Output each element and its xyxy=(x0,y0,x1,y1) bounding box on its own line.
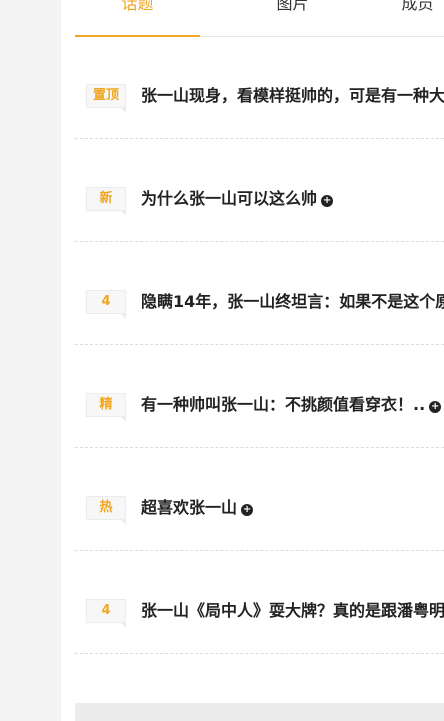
topic-title: 为什么张一山可以这么帅 xyxy=(141,189,318,208)
tab-images[interactable]: 图片 xyxy=(230,0,355,15)
topic-row[interactable]: 热 超喜欢张一山 + xyxy=(75,448,444,551)
plus-circle-icon: + xyxy=(241,504,254,516)
topic-title: 超喜欢张一山 xyxy=(141,498,238,517)
tab-members[interactable]: 成员 xyxy=(355,0,444,15)
topic-badge: 4 xyxy=(86,290,126,319)
topic-row[interactable]: 4 张一山《局中人》耍大牌？真的是跟潘粤明 xyxy=(75,551,444,654)
topic-title-link[interactable]: 有一种帅叫张一山：不挑颜值看穿衣！.. + xyxy=(141,393,444,417)
topic-title: 有一种帅叫张一山：不挑颜值看穿衣！.. xyxy=(141,395,426,414)
topic-badge: 精 xyxy=(86,393,126,422)
topic-list: 置顶 张一山现身，看模样挺帅的，可是有一种大 新 为什么张一山可以这么帅 + 4 … xyxy=(75,36,444,654)
plus-circle-icon: + xyxy=(321,195,334,207)
topic-title: 隐瞒14年，张一山终坦言：如果不是这个原 xyxy=(141,292,444,311)
topic-title-link[interactable]: 张一山现身，看模样挺帅的，可是有一种大 xyxy=(141,84,444,108)
topic-title-link[interactable]: 隐瞒14年，张一山终坦言：如果不是这个原 xyxy=(141,290,444,314)
topic-row[interactable]: 4 隐瞒14年，张一山终坦言：如果不是这个原 xyxy=(75,242,444,345)
topic-title-link[interactable]: 张一山《局中人》耍大牌？真的是跟潘粤明 xyxy=(141,599,444,623)
topic-title-link[interactable]: 为什么张一山可以这么帅 + xyxy=(141,187,444,211)
footer-bar xyxy=(75,703,444,721)
topic-badge: 4 xyxy=(86,599,126,628)
tab-bar: 话题 图片 成员 xyxy=(75,0,444,37)
topic-row[interactable]: 置顶 张一山现身，看模样挺帅的，可是有一种大 xyxy=(75,36,444,139)
plus-circle-icon: + xyxy=(429,401,442,413)
topic-title: 张一山现身，看模样挺帅的，可是有一种大 xyxy=(141,86,444,105)
topic-badge: 新 xyxy=(86,187,126,216)
topic-badge: 热 xyxy=(86,496,126,525)
tab-topics[interactable]: 话题 xyxy=(75,0,200,15)
topic-row[interactable]: 新 为什么张一山可以这么帅 + xyxy=(75,139,444,242)
topic-title: 张一山《局中人》耍大牌？真的是跟潘粤明 xyxy=(141,601,444,620)
topic-row[interactable]: 精 有一种帅叫张一山：不挑颜值看穿衣！.. + xyxy=(75,345,444,448)
topic-badge: 置顶 xyxy=(86,84,126,113)
main-panel: 话题 图片 成员 置顶 张一山现身，看模样挺帅的，可是有一种大 新 为什么张一山… xyxy=(61,0,444,721)
topic-title-link[interactable]: 超喜欢张一山 + xyxy=(141,496,444,520)
